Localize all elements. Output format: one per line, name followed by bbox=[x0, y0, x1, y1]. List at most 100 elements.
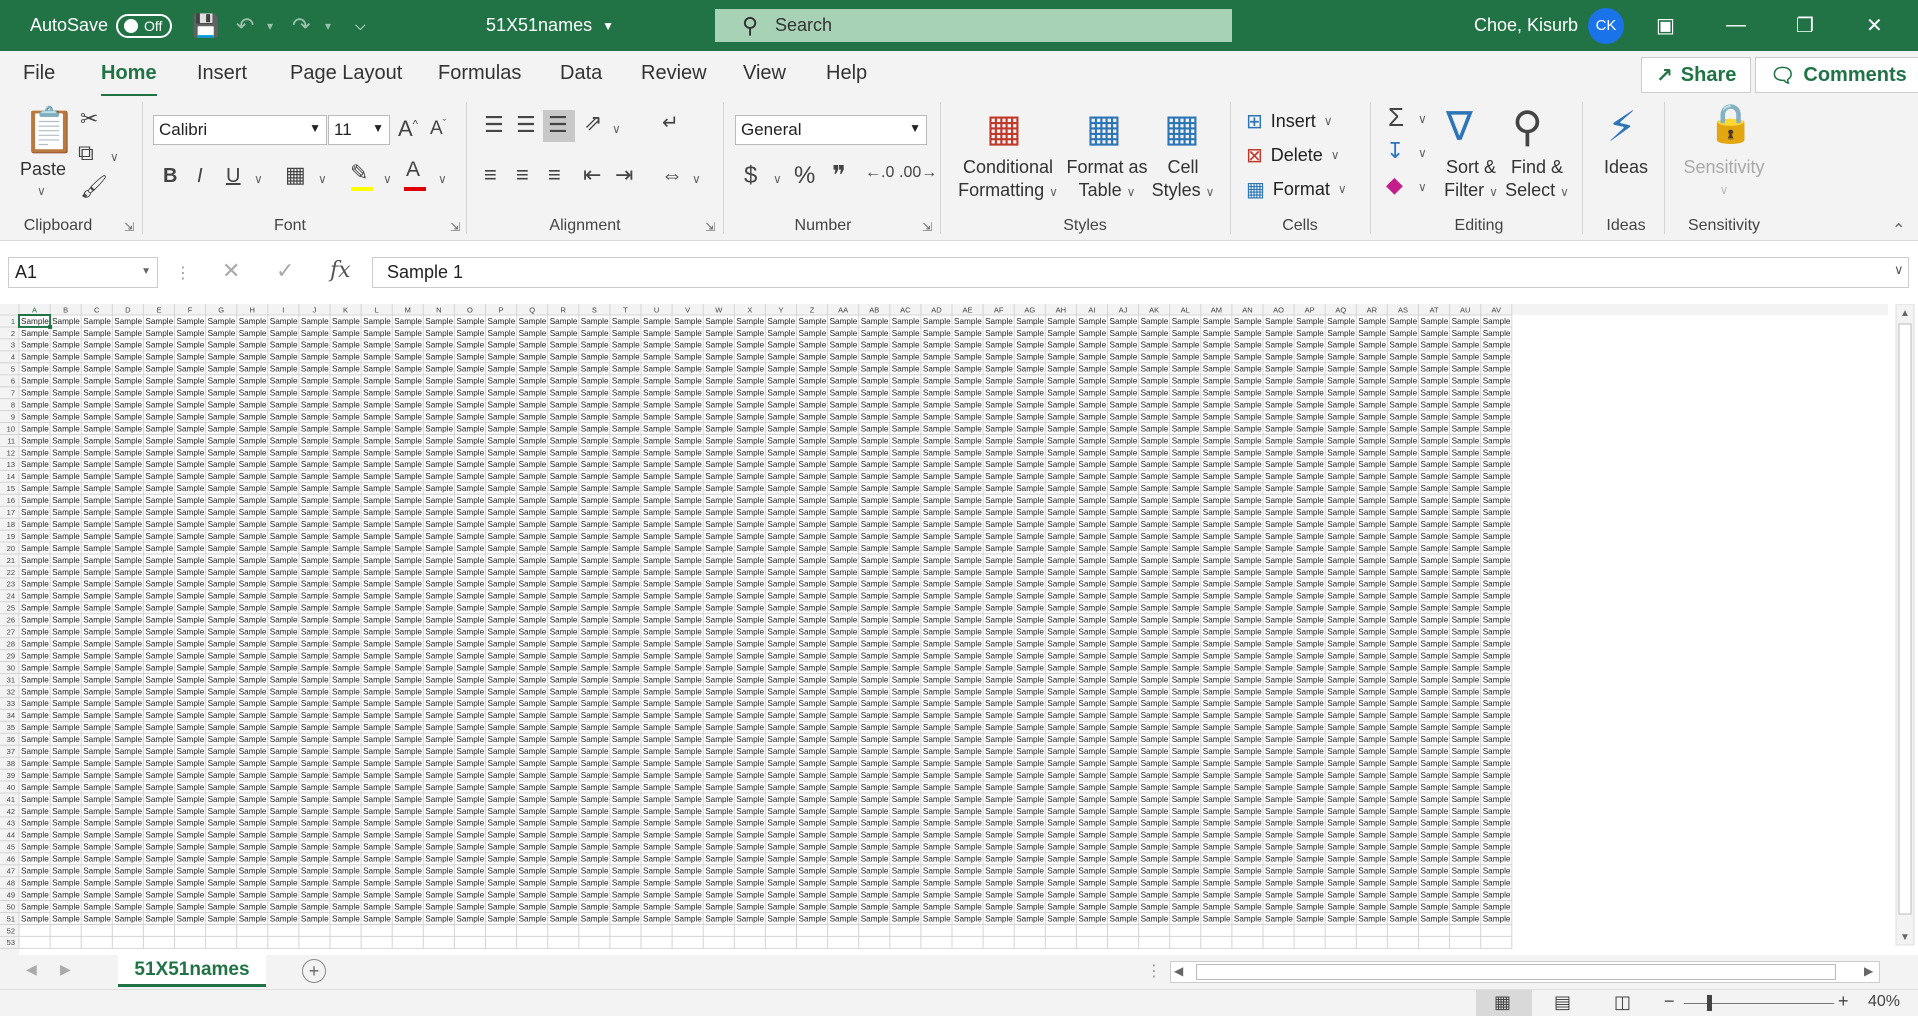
cell-text[interactable]: Sample bbox=[923, 556, 951, 565]
cell-text[interactable]: Sample bbox=[954, 484, 982, 493]
cell-text[interactable]: Sample bbox=[114, 890, 142, 899]
cell-text[interactable]: Sample bbox=[861, 377, 889, 386]
cell-text[interactable]: Sample bbox=[363, 759, 391, 768]
cell-text[interactable]: Sample bbox=[643, 377, 671, 386]
cell-text[interactable]: Sample bbox=[145, 675, 173, 684]
cell-text[interactable]: Sample bbox=[705, 341, 733, 350]
cell-text[interactable]: Sample bbox=[114, 329, 142, 338]
cell-text[interactable]: Sample bbox=[892, 568, 920, 577]
cell-text[interactable]: Sample bbox=[301, 341, 329, 350]
cell-text[interactable]: Sample bbox=[767, 687, 795, 696]
cell-text[interactable]: Sample bbox=[1047, 317, 1075, 326]
cell-text[interactable]: Sample bbox=[643, 807, 671, 816]
cell-text[interactable]: Sample bbox=[1016, 651, 1044, 660]
scrollbar-thumb[interactable] bbox=[1196, 964, 1836, 980]
cell-text[interactable]: Sample bbox=[1078, 365, 1106, 374]
cell-text[interactable]: Sample bbox=[643, 639, 671, 648]
cell-text[interactable]: Sample bbox=[1141, 317, 1169, 326]
cell-text[interactable]: Sample bbox=[1172, 759, 1200, 768]
cell-text[interactable]: Sample bbox=[1141, 604, 1169, 613]
cell-text[interactable]: Sample bbox=[456, 496, 484, 505]
cell-text[interactable]: Sample bbox=[799, 592, 827, 601]
cell-text[interactable]: Sample bbox=[1234, 723, 1262, 732]
cell-text[interactable]: Sample bbox=[674, 819, 702, 828]
cell-text[interactable]: Sample bbox=[830, 855, 858, 864]
cell-text[interactable]: Sample bbox=[767, 424, 795, 433]
cell-text[interactable]: Sample bbox=[239, 890, 267, 899]
cell-text[interactable]: Sample bbox=[21, 843, 49, 852]
cell-text[interactable]: Sample bbox=[1389, 448, 1417, 457]
cell-text[interactable]: Sample bbox=[1421, 831, 1449, 840]
cell-text[interactable]: Sample bbox=[861, 699, 889, 708]
row-header[interactable]: 53 bbox=[7, 938, 15, 947]
cell-text[interactable]: Sample bbox=[1327, 317, 1355, 326]
cell-text[interactable]: Sample bbox=[425, 759, 453, 768]
cell-text[interactable]: Sample bbox=[1483, 436, 1511, 445]
cell-text[interactable]: Sample bbox=[394, 544, 422, 553]
cell-text[interactable]: Sample bbox=[363, 389, 391, 398]
cell-text[interactable]: Sample bbox=[736, 508, 764, 517]
cell-text[interactable]: Sample bbox=[861, 616, 889, 625]
undo-icon[interactable]: ↶ bbox=[236, 0, 254, 51]
row-header[interactable]: 27 bbox=[7, 628, 15, 637]
cell-text[interactable]: Sample bbox=[332, 448, 360, 457]
tab-help[interactable]: Help bbox=[826, 62, 867, 85]
cell-text[interactable]: Sample bbox=[550, 914, 578, 923]
cell-text[interactable]: Sample bbox=[1483, 568, 1511, 577]
cell-text[interactable]: Sample bbox=[270, 628, 298, 637]
cell-text[interactable]: Sample bbox=[332, 568, 360, 577]
cell-text[interactable]: Sample bbox=[488, 628, 516, 637]
cell-text[interactable]: Sample bbox=[145, 759, 173, 768]
cell-text[interactable]: Sample bbox=[1265, 831, 1293, 840]
cell-text[interactable]: Sample bbox=[425, 628, 453, 637]
cell-text[interactable]: Sample bbox=[425, 735, 453, 744]
cell-text[interactable]: Sample bbox=[674, 616, 702, 625]
cell-text[interactable]: Sample bbox=[177, 855, 205, 864]
cell-text[interactable]: Sample bbox=[736, 747, 764, 756]
cell-text[interactable]: Sample bbox=[643, 711, 671, 720]
cell-text[interactable]: Sample bbox=[114, 424, 142, 433]
cell-text[interactable]: Sample bbox=[1421, 795, 1449, 804]
cell-text[interactable]: Sample bbox=[1421, 436, 1449, 445]
cell-text[interactable]: Sample bbox=[830, 663, 858, 672]
cell-text[interactable]: Sample bbox=[1327, 723, 1355, 732]
cell-text[interactable]: Sample bbox=[1421, 472, 1449, 481]
cell-text[interactable]: Sample bbox=[363, 556, 391, 565]
cell-text[interactable]: Sample bbox=[830, 699, 858, 708]
cell-text[interactable]: Sample bbox=[1483, 472, 1511, 481]
cell-text[interactable]: Sample bbox=[114, 855, 142, 864]
orientation-dropdown-icon[interactable]: ∨ bbox=[612, 122, 621, 136]
cell-text[interactable]: Sample bbox=[1421, 556, 1449, 565]
tab-insert[interactable]: Insert bbox=[197, 62, 247, 85]
cell-text[interactable]: Sample bbox=[425, 663, 453, 672]
cell-text[interactable]: Sample bbox=[1016, 341, 1044, 350]
cell-text[interactable]: Sample bbox=[767, 771, 795, 780]
cell-text[interactable]: Sample bbox=[177, 902, 205, 911]
cell-text[interactable]: Sample bbox=[1110, 400, 1138, 409]
cell-text[interactable]: Sample bbox=[1141, 735, 1169, 744]
cell-text[interactable]: Sample bbox=[705, 556, 733, 565]
cell-text[interactable]: Sample bbox=[954, 317, 982, 326]
cell-text[interactable]: Sample bbox=[208, 663, 236, 672]
cell-text[interactable]: Sample bbox=[736, 783, 764, 792]
cell-text[interactable]: Sample bbox=[1141, 389, 1169, 398]
cell-text[interactable]: Sample bbox=[394, 807, 422, 816]
cell-text[interactable]: Sample bbox=[1203, 914, 1231, 923]
cell-text[interactable]: Sample bbox=[1452, 532, 1480, 541]
cell-text[interactable]: Sample bbox=[985, 663, 1013, 672]
cut-icon[interactable]: ✂ bbox=[80, 106, 98, 132]
cell-text[interactable]: Sample bbox=[1483, 831, 1511, 840]
cell-text[interactable]: Sample bbox=[923, 353, 951, 362]
cell-text[interactable]: Sample bbox=[1110, 556, 1138, 565]
cell-text[interactable]: Sample bbox=[1016, 532, 1044, 541]
cell-text[interactable]: Sample bbox=[830, 795, 858, 804]
cell-text[interactable]: Sample bbox=[456, 317, 484, 326]
cell-text[interactable]: Sample bbox=[1203, 484, 1231, 493]
cell-text[interactable]: Sample bbox=[425, 544, 453, 553]
cell-text[interactable]: Sample bbox=[1483, 735, 1511, 744]
cell-text[interactable]: Sample bbox=[892, 831, 920, 840]
cell-text[interactable]: Sample bbox=[736, 855, 764, 864]
cell-text[interactable]: Sample bbox=[1016, 448, 1044, 457]
cell-text[interactable]: Sample bbox=[705, 616, 733, 625]
cell-text[interactable]: Sample bbox=[705, 460, 733, 469]
